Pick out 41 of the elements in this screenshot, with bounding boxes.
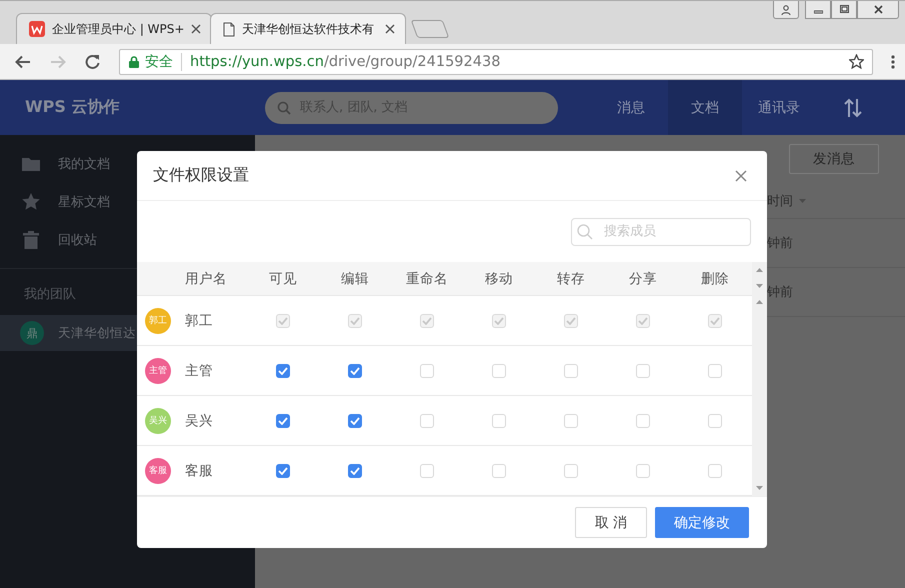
url-text: https://yun.wps.cn/drive/group/241592438 bbox=[190, 54, 502, 70]
user-avatar: 客服 bbox=[145, 458, 171, 484]
column-header: 转存 bbox=[556, 270, 586, 288]
address-field[interactable]: 安全 https://yun.wps.cn/drive/group/241592438 bbox=[119, 48, 873, 74]
security-label: 安全 bbox=[145, 52, 182, 70]
column-header: 删除 bbox=[700, 270, 730, 288]
column-header: 用户名 bbox=[185, 270, 228, 288]
team-item[interactable]: 鼎 天津华创恒达 bbox=[0, 315, 137, 351]
column-header: 分享 bbox=[628, 270, 658, 288]
column-header: 移动 bbox=[484, 270, 514, 288]
team-avatar: 鼎 bbox=[20, 321, 44, 345]
table-cell-text: 钟前 bbox=[767, 235, 793, 252]
browser-tab[interactable]: 企业管理员中心 | WPS+ bbox=[16, 13, 212, 44]
tab-title: 天津华创恒达软件技术有 bbox=[242, 20, 375, 38]
app-logo: WPS 云协作 bbox=[24, 97, 120, 118]
sidebar-item[interactable]: 星标文档 bbox=[58, 193, 110, 211]
browser-tab[interactable]: 天津华创恒达软件技术有 bbox=[210, 13, 406, 44]
column-header[interactable]: 时间 bbox=[767, 192, 793, 210]
user-name: 客服 bbox=[185, 462, 214, 480]
table-cell-text: 钟前 bbox=[767, 284, 793, 301]
user-name: 郭工 bbox=[185, 312, 214, 330]
user-name: 主管 bbox=[185, 362, 214, 380]
search-field[interactable]: 搜索成员 bbox=[571, 218, 751, 246]
user-avatar: 吴兴 bbox=[145, 408, 171, 434]
dialog-title: 文件权限设置 bbox=[153, 165, 249, 186]
user-name: 吴兴 bbox=[185, 412, 214, 430]
user-avatar: 主管 bbox=[145, 358, 171, 384]
column-header: 重命名 bbox=[405, 270, 449, 288]
nav-tab[interactable]: 通讯录 bbox=[742, 80, 816, 135]
cancel-button[interactable]: 取 消 bbox=[575, 507, 647, 538]
column-header: 可见 bbox=[268, 270, 298, 288]
nav-tab[interactable]: 文档 bbox=[668, 80, 742, 135]
column-header: 编辑 bbox=[340, 270, 370, 288]
nav-tab[interactable]: 消息 bbox=[594, 80, 668, 135]
confirm-button[interactable]: 确定修改 bbox=[655, 507, 749, 538]
sidebar-item[interactable]: 回收站 bbox=[58, 231, 97, 249]
section-heading: 我的团队 bbox=[24, 287, 76, 302]
user-avatar: 郭工 bbox=[145, 308, 171, 334]
message-button[interactable]: 发消息 bbox=[789, 144, 879, 174]
sidebar-item[interactable]: 我的文档 bbox=[58, 155, 110, 173]
tab-title: 企业管理员中心 | WPS+ bbox=[52, 20, 184, 38]
